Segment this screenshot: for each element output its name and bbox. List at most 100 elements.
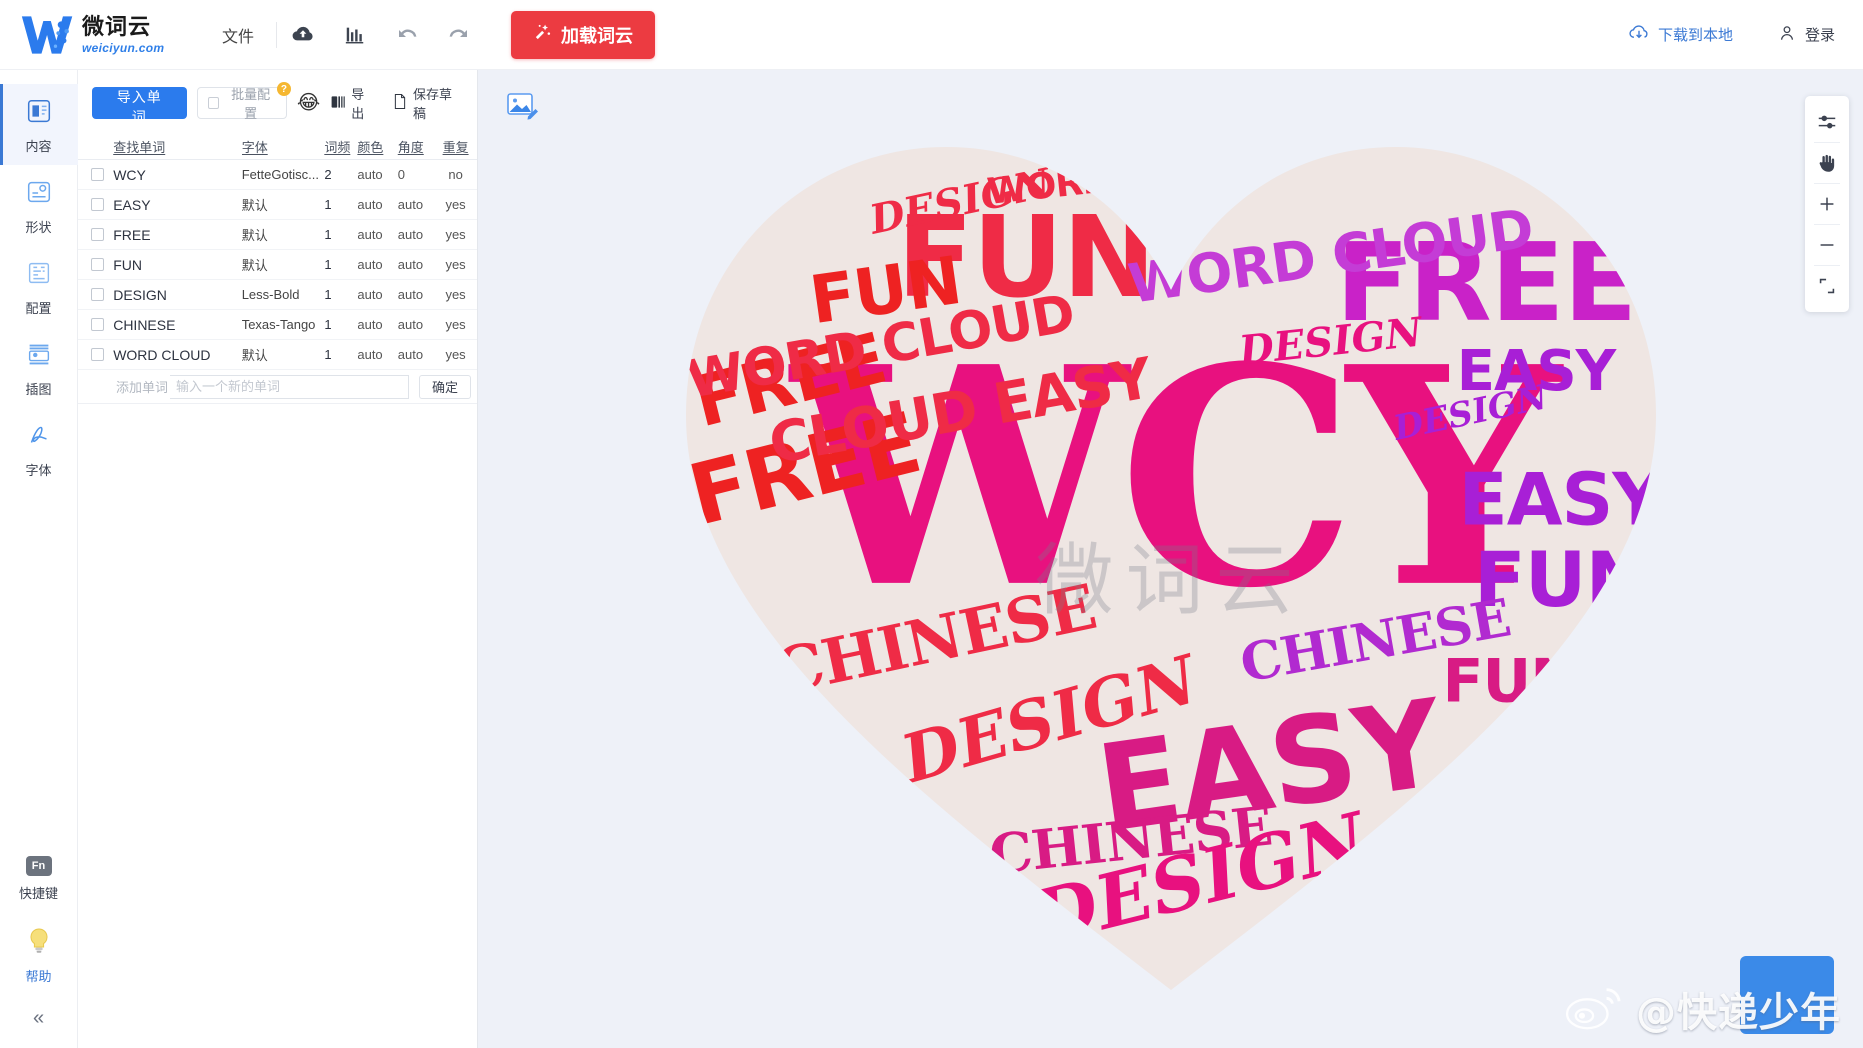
cell-word[interactable]: FUN	[113, 257, 242, 273]
cell-font[interactable]: Texas-Tango	[242, 317, 325, 332]
cell-repeat[interactable]: yes	[438, 347, 473, 362]
cell-font[interactable]: 默认	[242, 345, 325, 364]
collapse-sidebar-button[interactable]: «	[33, 997, 44, 1034]
brand-logo[interactable]: 微词云 weiciyun.com	[0, 12, 200, 58]
table-row[interactable]: DESIGN Less-Bold 1 auto auto yes	[78, 280, 477, 310]
cell-color[interactable]: auto	[357, 317, 397, 332]
row-checkbox[interactable]	[91, 348, 105, 361]
batch-config-checkbox[interactable]	[207, 97, 220, 109]
cell-word[interactable]: DESIGN	[113, 287, 242, 303]
cell-color[interactable]: auto	[357, 347, 397, 362]
cell-word[interactable]: CHINESE	[113, 317, 242, 333]
confirm-add-word-button[interactable]: 确定	[418, 374, 471, 399]
cell-angle[interactable]: auto	[398, 257, 438, 272]
sidebar-item-shape[interactable]: 形状	[0, 165, 78, 246]
sidebar-item-font[interactable]: 字体	[0, 408, 78, 489]
cell-angle[interactable]: 0	[398, 167, 438, 182]
cell-freq[interactable]: 1	[324, 227, 357, 242]
cell-angle[interactable]: auto	[398, 347, 438, 362]
login-button[interactable]: 登录	[1777, 23, 1835, 47]
column-header-freq[interactable]: 词频	[324, 137, 357, 156]
add-word-input[interactable]	[170, 374, 409, 399]
row-checkbox[interactable]	[91, 318, 105, 331]
load-wordcloud-button[interactable]: 加载词云	[511, 10, 656, 59]
cell-font[interactable]: 默认	[242, 225, 325, 244]
row-checkbox[interactable]	[91, 198, 105, 211]
batch-config-button[interactable]: 批量配置 ?	[196, 82, 291, 121]
cell-angle[interactable]: auto	[398, 197, 438, 212]
cell-font[interactable]: Less-Bold	[242, 287, 325, 302]
sidebar-item-shortcuts[interactable]: Fn 快捷键	[0, 844, 78, 912]
row-checkbox[interactable]	[91, 168, 105, 181]
chart-bar-icon[interactable]	[329, 15, 381, 55]
cell-word[interactable]: FREE	[113, 227, 242, 243]
cell-color[interactable]: auto	[357, 167, 397, 182]
table-row[interactable]: EASY 默认 1 auto auto yes	[78, 190, 477, 220]
menu-file[interactable]: 文件	[200, 23, 276, 47]
cell-repeat[interactable]: yes	[438, 227, 473, 242]
user-icon	[1777, 23, 1797, 47]
export-button[interactable]: 导出	[330, 84, 376, 122]
row-checkbox[interactable]	[91, 288, 105, 301]
sidebar-item-illustration[interactable]: 插图	[0, 327, 78, 408]
cloud-upload-icon[interactable]	[277, 15, 329, 55]
table-row[interactable]: CHINESE Texas-Tango 1 auto auto yes	[78, 310, 477, 340]
sliders-icon[interactable]	[1805, 102, 1849, 142]
table-row[interactable]: FREE 默认 1 auto auto yes	[78, 220, 477, 250]
table-row[interactable]: FUN 默认 1 auto auto yes	[78, 250, 477, 280]
cell-font[interactable]: 默认	[242, 255, 325, 274]
wordcloud-word[interactable]: EASY	[1458, 458, 1665, 542]
cell-repeat[interactable]: yes	[438, 197, 473, 212]
cell-color[interactable]: auto	[357, 197, 397, 212]
column-header-angle[interactable]: 角度	[398, 137, 438, 156]
fit-screen-icon[interactable]	[1805, 266, 1849, 306]
cell-repeat[interactable]: no	[438, 167, 473, 182]
cell-repeat[interactable]: yes	[438, 317, 473, 332]
cell-font[interactable]: 默认	[242, 195, 325, 214]
save-draft-button[interactable]: 保存草稿	[392, 84, 463, 122]
row-checkbox[interactable]	[91, 228, 105, 241]
zoom-out-icon[interactable]	[1805, 225, 1849, 265]
row-checkbox[interactable]	[91, 258, 105, 271]
cell-freq[interactable]: 1	[324, 257, 357, 272]
table-row[interactable]: WORD CLOUD 默认 1 auto auto yes	[78, 340, 477, 370]
wordcloud-word[interactable]: FUN	[1442, 647, 1580, 717]
cell-angle[interactable]: auto	[398, 287, 438, 302]
cell-angle[interactable]: auto	[398, 317, 438, 332]
column-header-word[interactable]: 查找单词	[113, 137, 242, 156]
cell-color[interactable]: auto	[357, 227, 397, 242]
cell-word[interactable]: EASY	[113, 197, 242, 213]
cell-font[interactable]: FetteGotisc...	[242, 167, 325, 182]
download-local-button[interactable]: 下载到本地	[1628, 22, 1733, 48]
redo-icon[interactable]	[433, 15, 485, 55]
cell-color[interactable]: auto	[357, 257, 397, 272]
cell-repeat[interactable]: yes	[438, 287, 473, 302]
magic-wand-icon	[533, 22, 553, 47]
wordcloud-canvas[interactable]: WCY FUN FREE EASY FREE FREE FUN EASY FUN EASY FUN C…	[478, 70, 1863, 1048]
undo-icon[interactable]	[381, 15, 433, 55]
help-badge-icon[interactable]: ?	[276, 82, 291, 96]
sidebar-item-content[interactable]: 内容	[0, 84, 78, 165]
cell-freq[interactable]: 1	[324, 347, 357, 362]
cell-freq[interactable]: 1	[324, 317, 357, 332]
cell-freq[interactable]: 1	[324, 287, 357, 302]
hand-pan-icon[interactable]	[1805, 143, 1849, 183]
font-icon	[24, 420, 54, 453]
image-edit-icon[interactable]	[506, 92, 540, 122]
emoji-picker-button[interactable]: 😂	[297, 93, 320, 113]
column-header-color[interactable]: 颜色	[357, 137, 397, 156]
column-header-repeat[interactable]: 重复	[438, 137, 473, 156]
sidebar-item-config[interactable]: 配置	[0, 246, 78, 327]
cell-word[interactable]: WCY	[113, 167, 242, 183]
cell-freq[interactable]: 1	[324, 197, 357, 212]
cell-word[interactable]: WORD CLOUD	[113, 347, 242, 363]
cell-freq[interactable]: 2	[324, 167, 357, 182]
column-header-font[interactable]: 字体	[242, 137, 325, 156]
cell-color[interactable]: auto	[357, 287, 397, 302]
cell-repeat[interactable]: yes	[438, 257, 473, 272]
table-row[interactable]: WCY FetteGotisc... 2 auto 0 no	[78, 160, 477, 190]
cell-angle[interactable]: auto	[398, 227, 438, 242]
zoom-in-icon[interactable]	[1805, 184, 1849, 224]
sidebar-item-help[interactable]: 帮助	[0, 914, 78, 995]
import-words-button[interactable]: 导入单词	[92, 87, 187, 125]
